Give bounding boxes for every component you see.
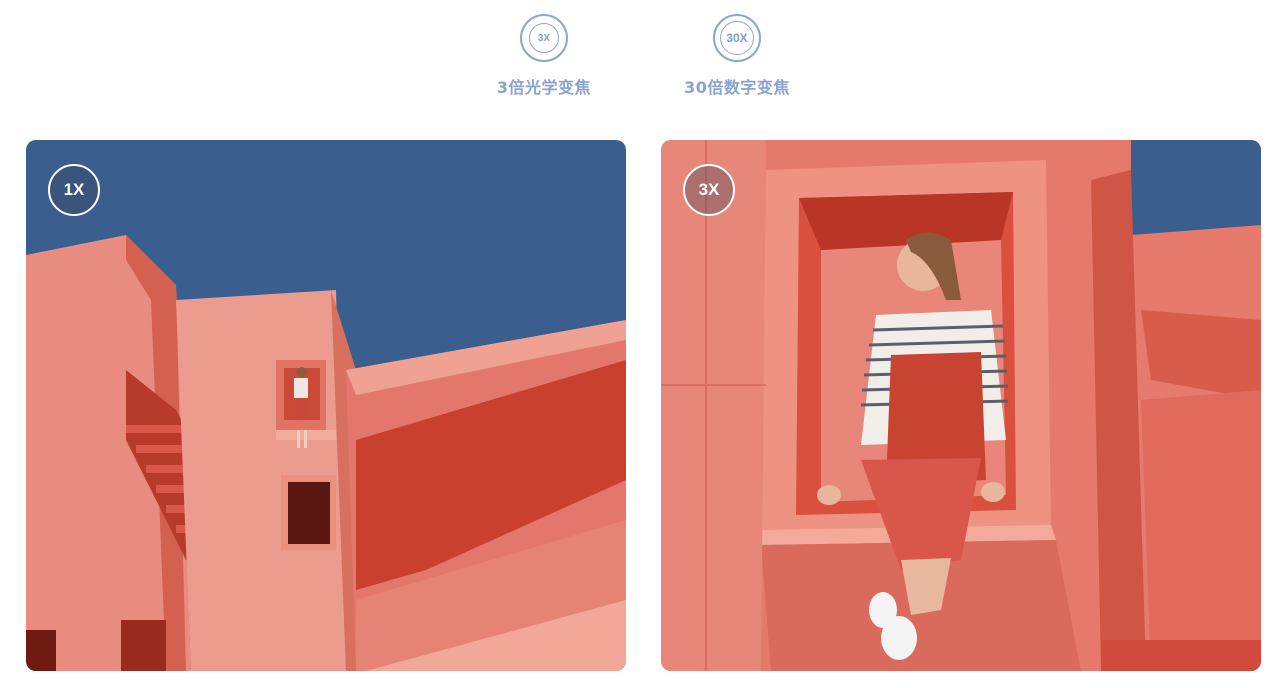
feature-digital-zoom: 30X 30倍数字变焦 [657, 14, 817, 98]
photo-3x-image [661, 140, 1261, 671]
photo-1x-image [26, 140, 626, 671]
zoom-badge-1x: 1X [48, 164, 100, 216]
zoom-badge-3x: 3X [683, 164, 735, 216]
zoom-3x-icon: 3X [520, 14, 568, 62]
photo-3x: 3X [661, 140, 1261, 671]
feature-digital-zoom-label: 30倍数字变焦 [684, 78, 790, 97]
zoom-3x-icon-text: 3X [529, 23, 559, 53]
zoom-30x-icon: 30X [713, 14, 761, 62]
feature-optical-zoom-label: 3倍光学变焦 [496, 78, 592, 97]
feature-optical-zoom: 3X 3倍光学变焦 [464, 14, 624, 98]
photo-1x: 1X [26, 140, 626, 671]
zoom-30x-icon-text: 30X [720, 21, 754, 55]
